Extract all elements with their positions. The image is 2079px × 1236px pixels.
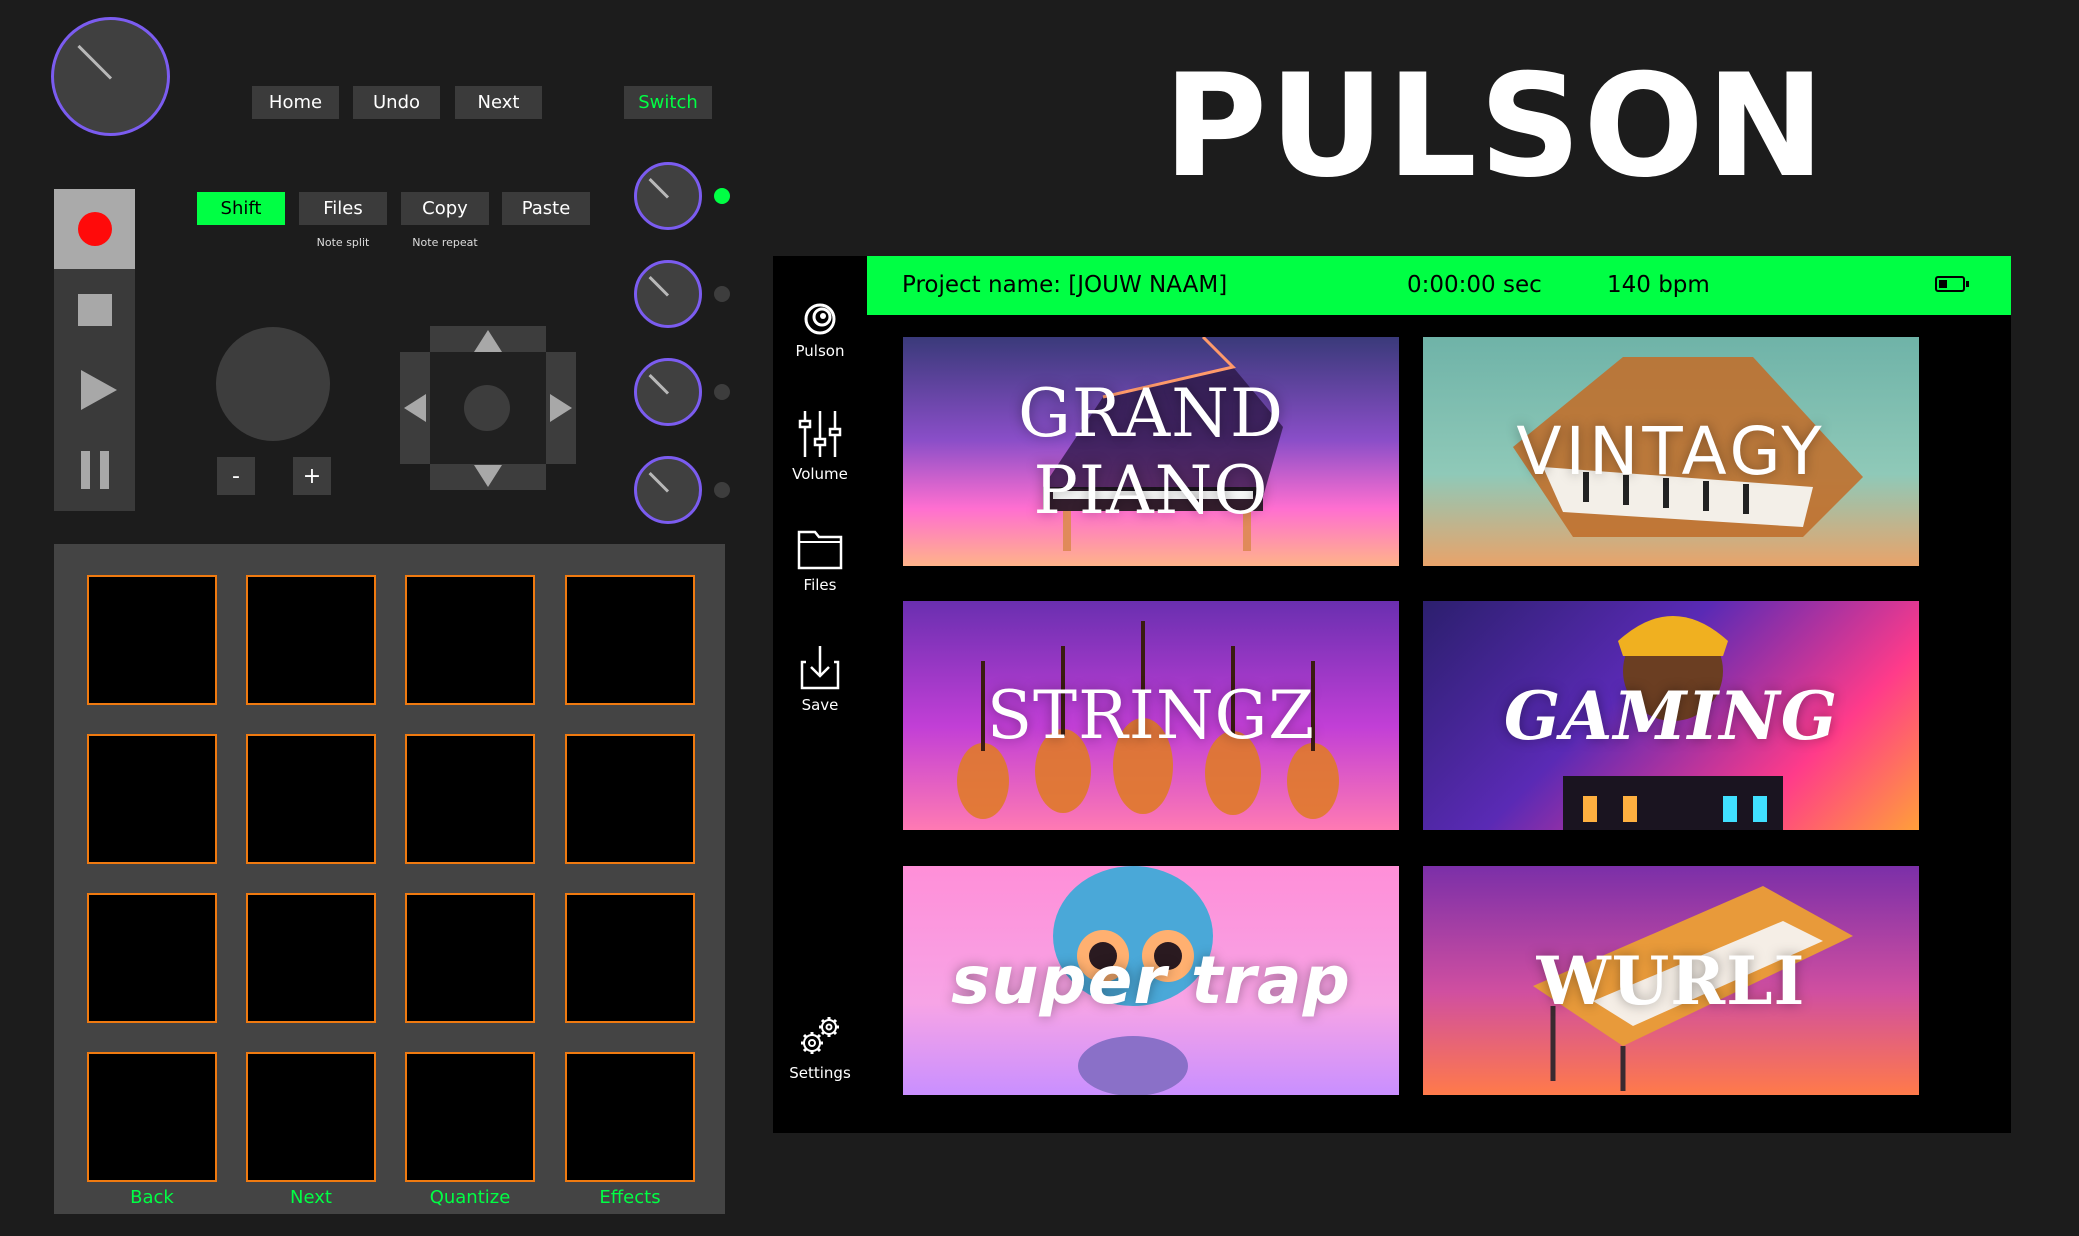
record-button[interactable] <box>54 189 135 269</box>
arrow-down-icon[interactable] <box>474 465 502 487</box>
copy-button[interactable]: Copy <box>401 192 489 225</box>
battery-icon <box>1935 276 1969 292</box>
jog-wheel[interactable] <box>216 327 330 441</box>
drum-pad[interactable] <box>246 734 376 864</box>
undo-button[interactable]: Undo <box>353 86 440 119</box>
encoder-led-4 <box>714 482 730 498</box>
drum-pad[interactable] <box>565 893 695 1023</box>
sidebar-label: Files <box>803 576 837 594</box>
drum-pad[interactable] <box>87 893 217 1023</box>
drum-pad-grid: Back Next Quantize Effects <box>54 544 725 1214</box>
effects-pad-label: Effects <box>599 1187 661 1208</box>
drum-pad[interactable] <box>246 575 376 705</box>
bpm-display[interactable]: 140 bpm <box>1607 272 1710 298</box>
sidebar-item-files[interactable]: Files <box>773 528 867 594</box>
encoder-led-1 <box>714 188 730 204</box>
drum-pad[interactable] <box>246 1052 376 1182</box>
drum-pad[interactable] <box>565 575 695 705</box>
encoder-led-2 <box>714 286 730 302</box>
switch-button[interactable]: Switch <box>624 86 712 119</box>
sidebar-label: Save <box>801 696 839 714</box>
preset-name: VINTAGY <box>1516 413 1826 490</box>
drum-pad[interactable] <box>405 893 535 1023</box>
minus-button[interactable]: - <box>217 457 255 495</box>
sidebar-label: Volume <box>792 465 848 483</box>
preset-tile-stringz[interactable]: STRINGZ <box>903 601 1399 830</box>
next-pad-label: Next <box>290 1187 332 1208</box>
sidebar-item-save[interactable]: Save <box>773 644 867 714</box>
back-pad-label: Back <box>130 1187 174 1208</box>
drum-pad[interactable] <box>405 575 535 705</box>
drum-pad[interactable] <box>565 1052 695 1182</box>
note-split-label: Note split <box>316 236 370 249</box>
dpad-center-button[interactable] <box>430 352 546 464</box>
download-icon <box>800 646 840 690</box>
home-button[interactable]: Home <box>252 86 339 119</box>
sidebar-item-volume[interactable]: Volume <box>773 409 867 483</box>
encoder-knob-4[interactable] <box>634 456 702 524</box>
arrow-right-icon[interactable] <box>550 394 572 422</box>
project-name[interactable]: Project name: [JOUW NAAM] <box>902 272 1227 298</box>
preset-tile-gaming[interactable]: GAMING <box>1423 601 1919 830</box>
encoder-knob-2[interactable] <box>634 260 702 328</box>
paste-button[interactable]: Paste <box>502 192 590 225</box>
drum-pad[interactable] <box>87 734 217 864</box>
pulson-logo-icon <box>804 303 836 335</box>
preset-name: WURLI <box>1536 941 1806 1020</box>
drum-pad[interactable] <box>246 893 376 1023</box>
preset-name: STRINGZ <box>986 677 1316 754</box>
sidebar-label: Settings <box>789 1064 851 1082</box>
stop-button[interactable] <box>78 294 112 326</box>
drum-pad[interactable] <box>565 734 695 864</box>
preset-name: super trap <box>951 942 1351 1019</box>
preset-tile-grand-piano[interactable]: GRAND PIANO <box>903 337 1399 566</box>
arrow-left-icon[interactable] <box>404 394 426 422</box>
next-button[interactable]: Next <box>455 86 542 119</box>
encoder-knob-3[interactable] <box>634 358 702 426</box>
play-button[interactable] <box>81 370 117 410</box>
drum-pad[interactable] <box>405 1052 535 1182</box>
pause-button[interactable] <box>81 451 109 489</box>
plus-button[interactable]: + <box>293 457 331 495</box>
master-knob[interactable] <box>51 17 170 136</box>
drum-pad[interactable] <box>87 575 217 705</box>
sidebar-label: Pulson <box>795 342 845 360</box>
encoder-led-3 <box>714 384 730 400</box>
preset-name: GAMING <box>1503 676 1839 755</box>
drum-pad[interactable] <box>405 734 535 864</box>
preset-tile-super-trap[interactable]: super trap <box>903 866 1399 1095</box>
shift-button[interactable]: Shift <box>197 192 285 225</box>
sidebar-item-pulson[interactable]: Pulson <box>773 302 867 360</box>
files-button[interactable]: Files <box>299 192 387 225</box>
sidebar-item-settings[interactable]: Settings <box>773 1014 867 1082</box>
arrow-up-icon[interactable] <box>474 330 502 352</box>
preset-tile-wurli[interactable]: WURLI <box>1423 866 1919 1095</box>
device-screen: Pulson Volume Files Save Settings Projec… <box>773 256 2011 1133</box>
time-display: 0:00:00 sec <box>1407 272 1542 298</box>
folder-icon <box>797 530 843 570</box>
preset-tile-vintagy[interactable]: VINTAGY <box>1423 337 1919 566</box>
transport-panel <box>54 189 135 511</box>
note-repeat-label: Note repeat <box>412 236 478 249</box>
app-title: PULSON <box>1163 44 1827 209</box>
encoder-knob-1[interactable] <box>634 162 702 230</box>
drum-pad[interactable] <box>87 1052 217 1182</box>
preset-name: GRAND PIANO <box>1018 374 1284 529</box>
sliders-icon <box>798 411 842 457</box>
quantize-pad-label: Quantize <box>429 1187 511 1208</box>
gear-icon <box>801 1017 839 1054</box>
direction-pad <box>400 326 576 490</box>
status-bar: Project name: [JOUW NAAM] 0:00:00 sec 14… <box>867 256 2011 315</box>
